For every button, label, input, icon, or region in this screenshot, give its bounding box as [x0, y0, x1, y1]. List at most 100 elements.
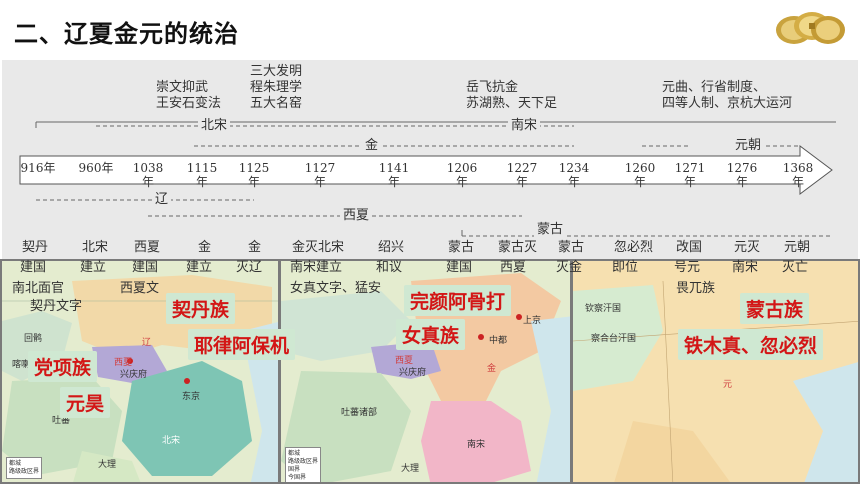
event-1125-1: 金: [248, 240, 262, 255]
year-960: 960年: [78, 161, 114, 175]
year-1115: 1115年: [186, 161, 218, 189]
region-shangjing: 上京: [523, 316, 542, 326]
event-1271-2: 号元: [674, 260, 701, 275]
event-1227-1: 蒙古灭: [498, 240, 538, 255]
event-1206-1: 蒙古: [448, 240, 475, 255]
maps-strip: 建国 建立 建国 建立 灭辽 南宋建立 和议 建国 西夏 灭金 即位 号元 南宋…: [0, 259, 860, 484]
event-1141-2: 和议: [376, 260, 403, 275]
callout-qidan: 契丹族: [166, 293, 236, 324]
note-yuefei-2: 苏湖熟、天下足: [466, 96, 558, 111]
event-1141-1: 绍兴: [378, 240, 405, 255]
event-1127-1: 金灭北宋: [292, 240, 345, 255]
region-dongjing: 东京: [182, 392, 201, 402]
legend-item-border: 路级政区界: [9, 468, 40, 475]
legend-item-capital: 都城: [9, 460, 22, 467]
year-916: 916年: [20, 161, 56, 175]
event-1115-1: 金: [198, 240, 212, 255]
region-dali-1: 大理: [98, 460, 117, 470]
event-1260-1: 忽必烈: [614, 240, 654, 255]
note-invention-2: 程朱理学: [250, 80, 303, 95]
year-1038: 1038年: [132, 161, 164, 189]
event-916-2: 建国: [20, 260, 47, 275]
note-yuan-1: 元曲、行省制度、: [662, 80, 767, 95]
event-916-3: 南北面官: [12, 281, 65, 296]
map-yuan: 元 大都 察合台汗国 上都 钦察汗国: [571, 259, 860, 484]
event-1368-2: 灭亡: [782, 260, 809, 275]
callout-temujin: 铁木真、忽必烈: [678, 329, 824, 360]
label-xixia: 西夏: [340, 208, 373, 224]
event-960-2: 建立: [80, 260, 107, 275]
region-liao: 辽: [142, 338, 152, 348]
year-1125: 1125年: [238, 161, 270, 189]
year-1368: 1368年: [782, 161, 814, 189]
map1-legend: 都城 路级政区界: [6, 457, 43, 479]
map2-legend: 都城 路级政区界 国界 今国界: [285, 447, 322, 482]
region-dali-2: 大理: [401, 464, 420, 474]
year-1206: 1206年: [446, 161, 478, 189]
event-1206-2: 建国: [446, 260, 473, 275]
note-yuefei-1: 岳飞抗金: [466, 80, 519, 95]
label-south-song: 南宋: [508, 118, 541, 134]
event-1127-3: 女真文字、猛安: [290, 281, 382, 296]
year-1227: 1227年: [506, 161, 538, 189]
event-1276-2: 南宋: [732, 260, 759, 275]
timeline-panel: 崇文抑武 王安石变法 三大发明 程朱理学 五大名窑 岳飞抗金 苏湖熟、天下足 元…: [2, 60, 858, 260]
event-1368-1: 元朝: [784, 240, 811, 255]
callout-yuanhao: 元昊: [60, 387, 111, 418]
region-tubo-zhubu: 吐蕃诸部: [341, 408, 378, 418]
callout-menggu: 蒙古族: [740, 293, 810, 324]
region-xingqing-1: 兴庆府: [120, 370, 148, 380]
year-1234: 1234年: [558, 161, 590, 189]
note-song-2: 王安石变法: [156, 96, 222, 111]
label-jin: 金: [362, 138, 382, 154]
region-jin: 金: [487, 364, 497, 374]
event-1038-2: 建国: [132, 260, 159, 275]
legend-item-modern-2: 今国界: [288, 474, 307, 481]
legend-item-border-2: 路级政区界: [288, 458, 319, 465]
event-1276-3: 畏兀族: [676, 281, 716, 296]
label-north-song: 北宋: [198, 118, 231, 134]
callout-dangxiang: 党项族: [28, 351, 98, 382]
region-beisong: 北宋: [162, 436, 181, 446]
label-liao: 辽: [152, 192, 172, 208]
label-menggu: 蒙古: [534, 222, 567, 238]
event-1127-2: 南宋建立: [290, 260, 343, 275]
region-xingqing-2: 兴庆府: [399, 368, 427, 378]
event-960-3: 西夏文: [120, 281, 160, 296]
region-yuan: 元: [723, 380, 733, 390]
year-1127: 1127年: [304, 161, 336, 189]
callout-nvzhen: 女真族: [396, 319, 466, 350]
note-invention-1: 三大发明: [250, 64, 303, 79]
note-invention-3: 五大名窑: [250, 96, 303, 111]
callout-wanyan: 完颜阿骨打: [404, 285, 512, 316]
region-chagatai: 察合台汗国: [591, 334, 637, 344]
event-1038-1: 西夏: [134, 240, 161, 255]
region-nansong: 南宋: [467, 440, 486, 450]
year-1260: 1260年: [624, 161, 656, 189]
event-1271-1: 改国: [676, 240, 703, 255]
event-1227-2: 西夏: [500, 260, 527, 275]
note-song-1: 崇文抑武: [156, 80, 209, 95]
region-zhongdu: 中都: [489, 336, 508, 346]
region-huihu: 回鹘: [24, 334, 43, 344]
callout-yelv: 耶律阿保机: [188, 329, 296, 360]
year-1141: 1141年: [378, 161, 410, 189]
event-1115-2: 建立: [186, 260, 213, 275]
event-1125-2: 灭辽: [236, 260, 263, 275]
event-1234-2: 灭金: [556, 260, 583, 275]
legend-item-nation-2: 国界: [288, 466, 301, 473]
map-yuan-drawing: [573, 261, 858, 482]
event-960-1: 北宋: [82, 240, 109, 255]
legend-item-capital-2: 都城: [288, 450, 301, 457]
note-yuan-2: 四等人制、京杭大运河: [662, 96, 793, 111]
page-title: 二、辽夏金元的统治: [14, 20, 239, 48]
year-1276: 1276年: [726, 161, 758, 189]
event-916-1: 契丹: [22, 240, 49, 255]
region-qincha: 钦察汗国: [585, 304, 622, 314]
coin-stack-icon: [776, 12, 845, 44]
event-916-4: 契丹文字: [30, 299, 83, 314]
event-1234-1: 蒙古: [558, 240, 585, 255]
event-1276-1: 元灭: [734, 240, 761, 255]
year-1271: 1271年: [674, 161, 706, 189]
event-1260-2: 即位: [612, 260, 639, 275]
